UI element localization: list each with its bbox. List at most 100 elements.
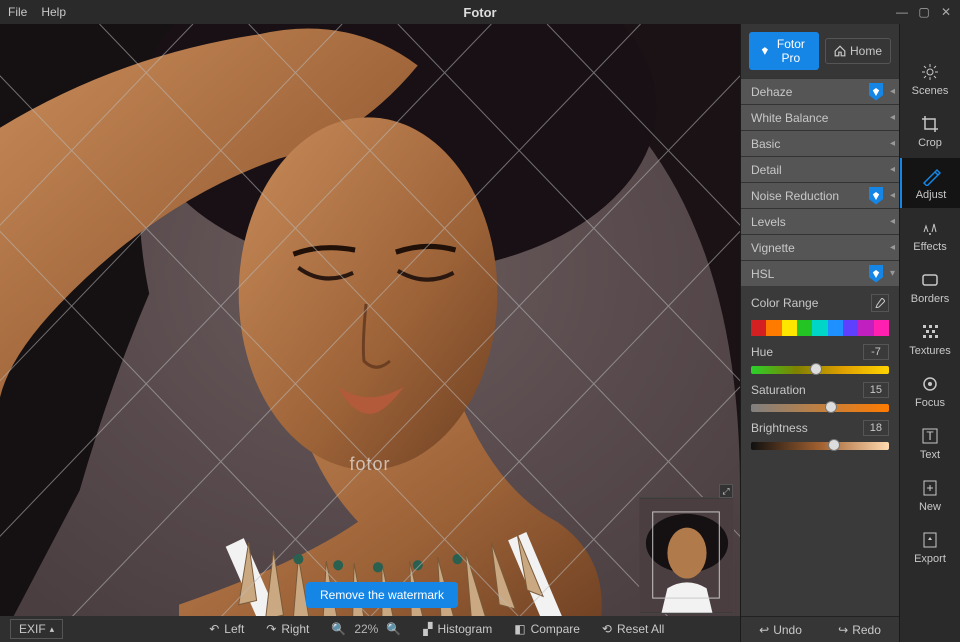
tool-text[interactable]: TText: [900, 418, 960, 468]
adjust-icon: [921, 166, 941, 186]
minimize-icon[interactable]: —: [894, 5, 910, 19]
bottom-toolbar: EXIF▴ ↶Left ↷Right 🔍 22% 🔍 ▞Histogram ◧C…: [0, 616, 740, 642]
eyedropper-icon: [875, 298, 885, 308]
accordion-label: Dehaze: [751, 85, 792, 99]
accordion-label: Vignette: [751, 241, 795, 255]
saturation-slider[interactable]: [751, 404, 889, 412]
zoom-level[interactable]: 22%: [354, 622, 378, 636]
pro-badge-icon: [869, 83, 883, 101]
rotate-left-button[interactable]: ↶Left: [209, 622, 244, 636]
export-icon: [920, 530, 940, 550]
swatch[interactable]: [874, 320, 889, 336]
tool-new[interactable]: New: [900, 470, 960, 520]
new-icon: [920, 478, 940, 498]
saturation-value[interactable]: 15: [863, 382, 889, 398]
remove-watermark-button[interactable]: Remove the watermark: [306, 582, 458, 608]
chevron-left-icon: ◂: [890, 242, 895, 253]
chevron-left-icon: ◂: [890, 216, 895, 227]
tool-label: Export: [914, 553, 946, 565]
diamond-icon: [761, 45, 769, 57]
eyedropper-button[interactable]: [871, 294, 889, 312]
accordion-label: HSL: [751, 267, 774, 281]
pro-badge-icon: [869, 187, 883, 205]
zoom-out-button[interactable]: 🔍: [331, 622, 346, 636]
minimap-expand-icon[interactable]: ⤢: [719, 484, 733, 498]
histogram-icon: ▞: [423, 622, 432, 636]
hue-label: Hue: [751, 345, 773, 359]
compare-button[interactable]: ◧Compare: [514, 622, 580, 636]
tool-label: Focus: [915, 397, 945, 409]
zoom-in-button[interactable]: 🔍: [386, 622, 401, 636]
tool-textures[interactable]: Textures: [900, 314, 960, 364]
borders-icon: [920, 270, 940, 290]
hue-slider[interactable]: [751, 366, 889, 374]
accordion-label: Basic: [751, 137, 780, 151]
minimap-thumb: [640, 498, 733, 613]
canvas[interactable]: fotor Remove the watermark ⤢ EXIF▴ ↶Left…: [0, 24, 740, 642]
tool-export[interactable]: Export: [900, 522, 960, 572]
tool-label: Borders: [911, 293, 950, 305]
brightness-slider[interactable]: [751, 442, 889, 450]
rotate-left-icon: ↶: [209, 622, 219, 636]
accordion-levels[interactable]: Levels◂: [741, 208, 899, 234]
swatch[interactable]: [812, 320, 827, 336]
brightness-value[interactable]: 18: [863, 420, 889, 436]
compare-icon: ◧: [514, 622, 525, 636]
slider-thumb[interactable]: [828, 439, 840, 451]
home-button[interactable]: Home: [825, 38, 891, 64]
rotate-right-button[interactable]: ↷Right: [266, 622, 309, 636]
undo-button[interactable]: ↩Undo: [741, 617, 820, 642]
swatch[interactable]: [797, 320, 812, 336]
focus-icon: [920, 374, 940, 394]
maximize-icon[interactable]: ▢: [916, 5, 932, 19]
color-swatches[interactable]: [751, 320, 889, 336]
accordion-vignette[interactable]: Vignette ◂: [741, 234, 899, 260]
tool-label: Adjust: [916, 189, 947, 201]
slider-thumb[interactable]: [825, 401, 837, 413]
menu-file[interactable]: File: [8, 5, 27, 19]
tool-crop[interactable]: Crop: [900, 106, 960, 156]
tool-label: Effects: [913, 241, 946, 253]
swatch[interactable]: [782, 320, 797, 336]
close-icon[interactable]: ✕: [938, 5, 954, 19]
chevron-left-icon: ◂: [890, 138, 895, 149]
minimap[interactable]: ⤢: [639, 497, 734, 614]
tool-borders[interactable]: Borders: [900, 262, 960, 312]
side-panel: Fotor Pro Home Dehaze◂White Balance◂Basi…: [740, 24, 900, 642]
rotate-right-icon: ↷: [266, 622, 276, 636]
photo-placeholder: [0, 24, 740, 642]
accordion-dehaze[interactable]: Dehaze◂: [741, 78, 899, 104]
accordion-basic[interactable]: Basic ◂: [741, 130, 899, 156]
swatch[interactable]: [751, 320, 766, 336]
tool-adjust[interactable]: Adjust: [900, 158, 960, 208]
menu-help[interactable]: Help: [41, 5, 66, 19]
tool-focus[interactable]: Focus: [900, 366, 960, 416]
slider-thumb[interactable]: [810, 363, 822, 375]
hue-value[interactable]: -7: [863, 344, 889, 360]
exif-button[interactable]: EXIF▴: [10, 619, 63, 639]
accordion-hsl[interactable]: HSL▾: [741, 260, 899, 286]
tool-scenes[interactable]: Scenes: [900, 54, 960, 104]
swatch[interactable]: [828, 320, 843, 336]
swatch[interactable]: [766, 320, 781, 336]
accordion-label: Noise Reduction: [751, 189, 839, 203]
reset-all-button[interactable]: ⟲Reset All: [602, 622, 664, 636]
swatch[interactable]: [843, 320, 858, 336]
swatch[interactable]: [858, 320, 873, 336]
chevron-left-icon: ◂: [890, 190, 895, 201]
accordion-noise-reduction[interactable]: Noise Reduction ◂: [741, 182, 899, 208]
hsl-panel: Color Range Hue-7 Saturation15 Brightnes…: [741, 286, 899, 616]
adjust-accordion: Dehaze◂White Balance◂Basic◂Detail◂Noise …: [741, 78, 899, 286]
fotor-pro-button[interactable]: Fotor Pro: [749, 32, 819, 70]
redo-button[interactable]: ↪Redo: [820, 617, 899, 642]
accordion-detail[interactable]: Detail◂: [741, 156, 899, 182]
reset-icon: ⟲: [602, 622, 612, 636]
accordion-white-balance[interactable]: White Balance◂: [741, 104, 899, 130]
histogram-button[interactable]: ▞Histogram: [423, 622, 492, 636]
svg-text:T: T: [926, 429, 934, 443]
tool-effects[interactable]: Effects: [900, 210, 960, 260]
app-title: Fotor: [463, 5, 496, 20]
brightness-label: Brightness: [751, 421, 808, 435]
tool-label: Scenes: [912, 85, 949, 97]
zoom-in-icon: 🔍: [386, 622, 401, 636]
